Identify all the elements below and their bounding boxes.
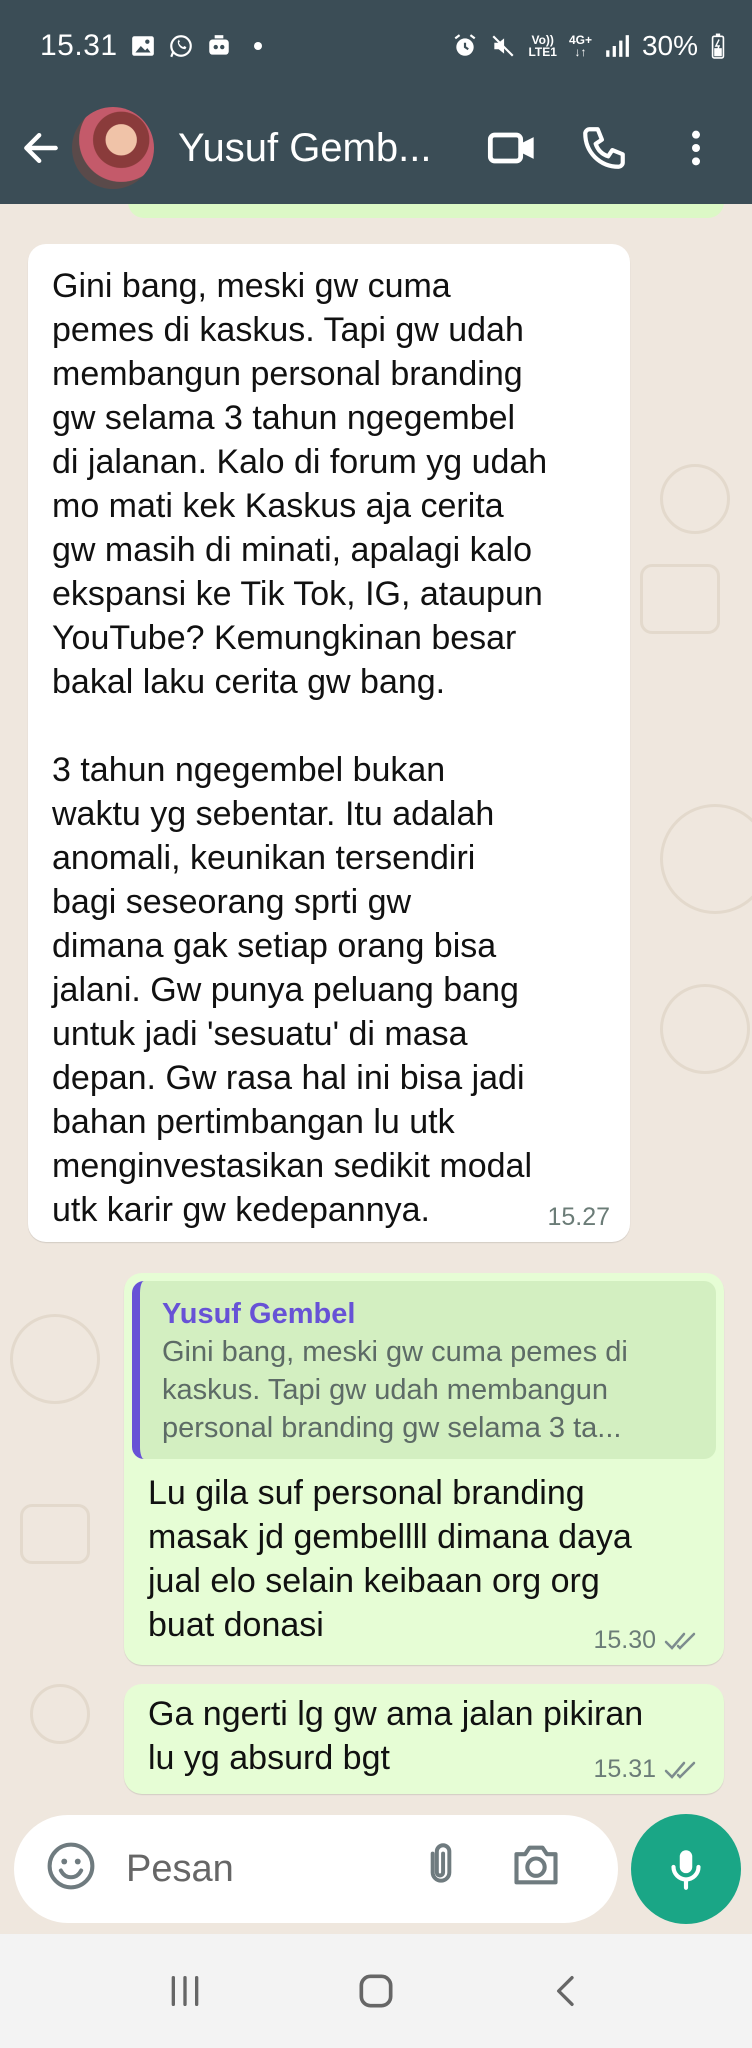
wallpaper-doodle (660, 984, 750, 1074)
recent-apps-button[interactable] (150, 1956, 220, 2026)
wallpaper-doodle (660, 804, 752, 914)
phone-icon (583, 127, 625, 169)
battery-level: 30% (641, 30, 698, 61)
header-actions (466, 102, 742, 194)
message-input[interactable] (126, 1847, 416, 1891)
emoji-icon (47, 1842, 95, 1890)
message-list[interactable]: Gini bang, meski gw cuma pemes di kaskus… (0, 204, 752, 1804)
wallpaper-doodle (20, 1504, 90, 1564)
message-composer (14, 1815, 618, 1923)
chevron-left-icon (556, 1976, 574, 2006)
message-meta: 15.30 (593, 1626, 704, 1655)
quote-text: Gini bang, meski gw cuma pemes di kaskus… (162, 1336, 628, 1444)
read-ticks-icon (664, 1632, 696, 1650)
message-time: 15.30 (593, 1626, 656, 1654)
recent-apps-icon (171, 1976, 199, 2006)
voice-message-button[interactable] (631, 1814, 741, 1924)
emoji-button[interactable] (44, 1839, 104, 1899)
wallpaper-doodle (640, 564, 720, 634)
message-time: 15.27 (547, 1203, 610, 1231)
status-left: 15.31 (40, 29, 262, 63)
message-meta: 15.27 (547, 1203, 610, 1232)
back-button[interactable] (6, 92, 76, 204)
read-ticks-icon (664, 1761, 696, 1779)
previous-message-bubble (128, 204, 724, 218)
outgoing-message[interactable]: Ga ngerti lg gw ama jalan pikiran lu yg … (124, 1684, 724, 1794)
gallery-icon (130, 33, 156, 59)
battery-charging-icon (710, 33, 726, 59)
alarm-icon (452, 33, 478, 59)
status-time: 15.31 (40, 29, 118, 62)
camera-button[interactable] (510, 1839, 570, 1899)
mute-icon (490, 33, 516, 59)
video-call-icon (487, 132, 534, 164)
contact-avatar[interactable] (72, 107, 154, 189)
system-back-button[interactable] (532, 1956, 602, 2026)
wallpaper-doodle (10, 1314, 100, 1404)
more-vert-icon (692, 130, 700, 166)
status-right: Vo)) LTE1 4G+ ↓↑ 30% (452, 30, 726, 62)
attach-button[interactable] (416, 1839, 476, 1899)
outgoing-message[interactable]: Yusuf Gembel Gini bang, meski gw cuma pe… (124, 1273, 724, 1665)
chat-header: Yusuf Gemb... (0, 92, 752, 204)
signal-icon (604, 33, 630, 59)
message-time: 15.31 (593, 1755, 656, 1783)
volte-indicator: Vo)) LTE1 (528, 33, 557, 59)
microphone-icon (671, 1850, 701, 1890)
message-text: Lu gila suf personal branding masak jd g… (148, 1474, 632, 1644)
whatsapp-icon (168, 33, 194, 59)
incoming-message[interactable]: Gini bang, meski gw cuma pemes di kaskus… (28, 244, 630, 1242)
system-navigation-bar (0, 1934, 752, 2048)
message-text: Gini bang, meski gw cuma pemes di kaskus… (52, 267, 548, 1229)
home-icon (359, 1974, 393, 2008)
status-bar: 15.31 Vo)) LTE1 4G+ ↓↑ 30% (0, 0, 752, 92)
contact-name[interactable]: Yusuf Gemb... (178, 126, 448, 171)
wallpaper-doodle (660, 464, 730, 534)
camera-icon (514, 1845, 558, 1885)
notification-dot (253, 42, 262, 50)
quote-author: Yusuf Gembel (162, 1298, 356, 1330)
back-arrow-icon (24, 132, 58, 164)
network-type: 4G+ ↓↑ (568, 33, 592, 59)
robot-icon (206, 33, 232, 59)
quoted-message[interactable]: Yusuf Gembel Gini bang, meski gw cuma pe… (132, 1281, 716, 1459)
paperclip-icon (430, 1843, 452, 1883)
more-options-button[interactable] (650, 102, 742, 194)
message-meta: 15.31 (593, 1755, 704, 1784)
wallpaper-doodle (30, 1684, 90, 1744)
video-call-button[interactable] (466, 102, 558, 194)
voice-call-button[interactable] (558, 102, 650, 194)
home-button[interactable] (341, 1956, 411, 2026)
